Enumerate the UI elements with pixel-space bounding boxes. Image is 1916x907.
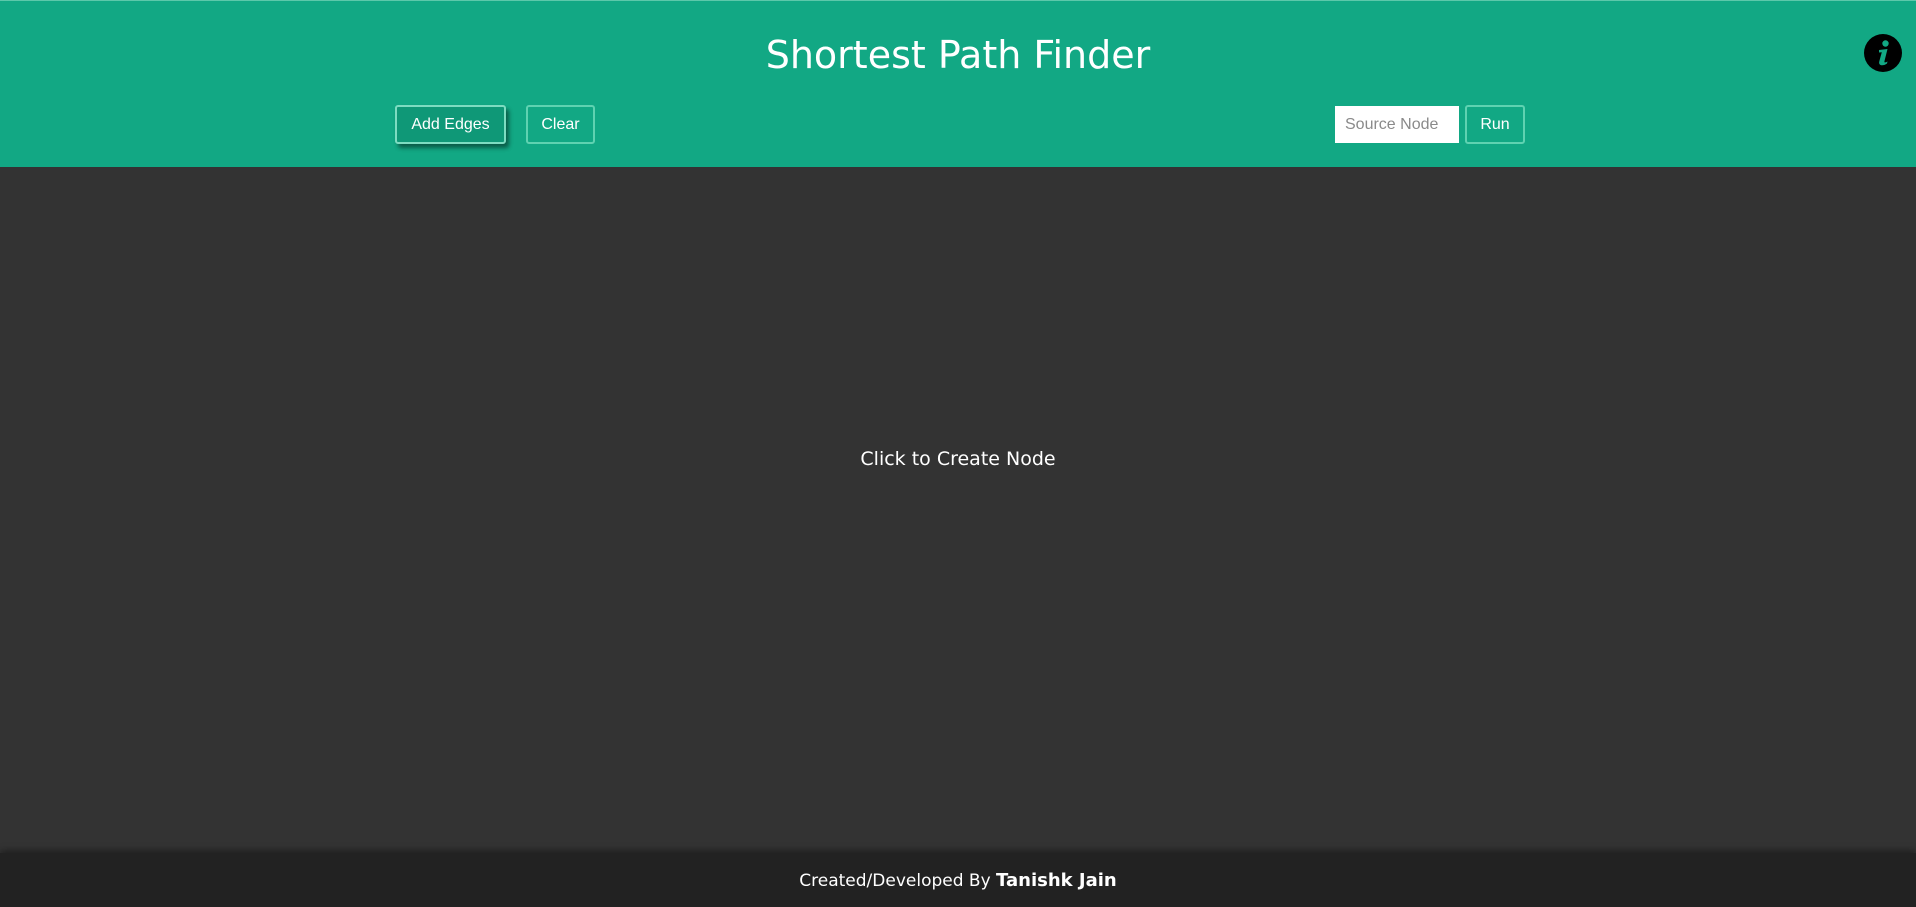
page-title: Shortest Path Finder [765,33,1151,77]
footer-credit: Created/Developed By [799,871,997,891]
footer-author: Tanishk Jain [996,870,1117,891]
run-button[interactable]: Run [1465,105,1525,144]
graph-canvas[interactable]: Click to Create Node [0,167,1916,853]
info-icon[interactable] [1863,33,1903,73]
footer: Created/Developed By Tanishk Jain [0,853,1916,907]
canvas-hint: Click to Create Node [860,448,1056,470]
add-edges-button[interactable]: Add Edges [395,105,506,144]
clear-button[interactable]: Clear [526,105,595,144]
header-bar: Shortest Path Finder Add Edges Clear Run [0,0,1916,167]
source-node-input[interactable] [1335,106,1459,143]
